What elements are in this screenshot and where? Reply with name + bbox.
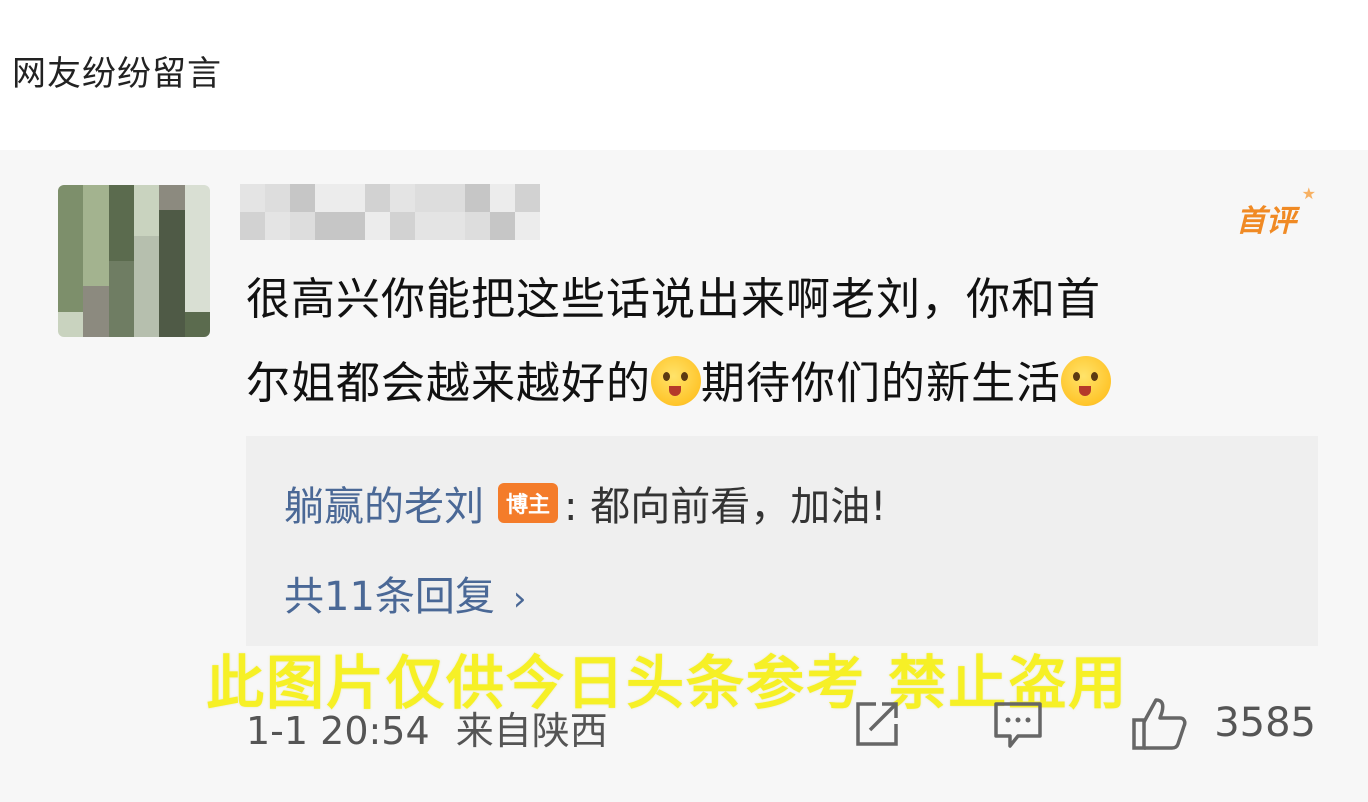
comment-text: 很高兴你能把这些话说出来啊老刘，你和首 尔姐都会越来越好的 期待你们的新生活	[246, 258, 1326, 426]
comment-text-part-a: 尔姐都会越来越好的	[246, 358, 651, 409]
comment-meta: 1-1 20:54 来自陕西	[246, 700, 608, 755]
reply-text: 都向前看，加油!	[590, 484, 887, 530]
chevron-right-icon: ›	[512, 579, 527, 619]
comment-text-line2: 尔姐都会越来越好的 期待你们的新生活	[246, 342, 1326, 426]
username-blurred[interactable]	[240, 184, 540, 240]
reply-count-label: 共11条回复	[284, 574, 495, 620]
blogger-badge: 博主	[498, 483, 559, 523]
reply-line: 躺赢的老刘 博主: 都向前看，加油!	[284, 474, 886, 532]
timestamp: 1-1 20:54	[246, 709, 430, 753]
share-button[interactable]	[846, 694, 906, 754]
page-caption: 网友纷纷留言	[12, 54, 222, 94]
avatar[interactable]	[58, 185, 210, 337]
comment-icon	[994, 702, 1042, 748]
location: 来自陕西	[455, 709, 608, 753]
thumbs-up-icon	[1132, 698, 1187, 750]
crying-laughing-emoji-icon	[651, 356, 701, 406]
first-comment-badge: 首评	[1236, 184, 1316, 240]
like-button[interactable]	[1128, 694, 1188, 754]
share-icon	[856, 702, 898, 746]
reply-preview[interactable]: 躺赢的老刘 博主: 都向前看，加油! 共11条回复 ›	[246, 436, 1318, 646]
reply-author-link[interactable]: 躺赢的老刘	[284, 484, 484, 530]
comment-button[interactable]	[988, 694, 1048, 754]
comment-text-part-b: 期待你们的新生活	[701, 358, 1061, 409]
crying-laughing-emoji-icon	[1061, 356, 1111, 406]
reply-separator: :	[564, 484, 591, 530]
comment-text-line1: 很高兴你能把这些话说出来啊老刘，你和首	[246, 274, 1101, 325]
like-count: 3585	[1214, 700, 1316, 746]
view-replies-link[interactable]: 共11条回复 ›	[284, 564, 527, 622]
